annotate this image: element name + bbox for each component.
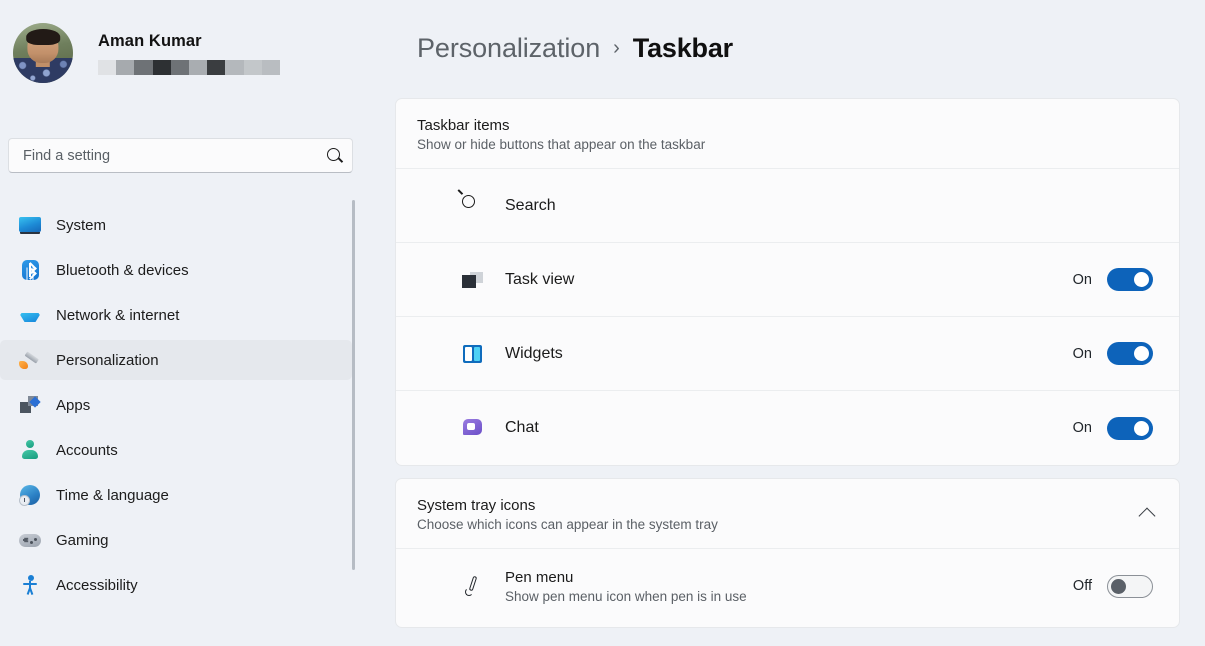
accessibility-icon (18, 574, 42, 596)
user-email-redacted (98, 60, 280, 75)
sidebar-item-accessibility[interactable]: Accessibility (0, 565, 352, 605)
redaction-block (134, 60, 152, 75)
breadcrumb-parent-link[interactable]: Personalization (417, 33, 600, 64)
sidebar-item-gaming[interactable]: Gaming (0, 520, 352, 560)
clock-globe-icon (18, 484, 42, 506)
sidebar: Aman Kumar System Bluetooth & devices Netw… (0, 0, 362, 646)
widgets-toggle[interactable] (1107, 342, 1153, 365)
redaction-block (189, 60, 207, 75)
toggle-state-label: Off (1073, 578, 1092, 594)
sidebar-item-label: Gaming (56, 532, 109, 549)
paintbrush-icon (18, 349, 42, 371)
toggle-state-label: On (1073, 346, 1092, 362)
row-label: Search (505, 197, 1153, 215)
sidebar-item-label: Bluetooth & devices (56, 262, 189, 279)
sidebar-item-bluetooth-devices[interactable]: Bluetooth & devices (0, 250, 352, 290)
redaction-block (171, 60, 189, 75)
setting-row-chat[interactable]: Chat On (396, 391, 1179, 465)
system-tray-title: System tray icons (417, 497, 1157, 514)
breadcrumb: Personalization › Taskbar (417, 33, 733, 64)
user-name: Aman Kumar (98, 32, 280, 51)
redaction-block (225, 60, 243, 75)
task-view-toggle[interactable] (1107, 268, 1153, 291)
sidebar-scrollbar[interactable] (352, 200, 355, 570)
search-input[interactable] (23, 148, 327, 164)
sidebar-item-label: System (56, 217, 106, 234)
system-tray-subtitle: Choose which icons can appear in the sys… (417, 517, 1157, 532)
settings-window: Aman Kumar System Bluetooth & devices Netw… (0, 0, 1205, 646)
toggle-state-label: On (1073, 272, 1092, 288)
system-tray-header[interactable]: System tray icons Choose which icons can… (396, 479, 1179, 549)
sidebar-item-label: Accounts (56, 442, 118, 459)
user-profile[interactable]: Aman Kumar (13, 23, 280, 83)
search-icon (462, 195, 484, 217)
setting-row-search[interactable]: Search (396, 169, 1179, 243)
widgets-icon (462, 343, 484, 365)
search-icon[interactable] (327, 148, 342, 163)
row-label: Chat (505, 419, 1073, 437)
sidebar-item-network-internet[interactable]: Network & internet (0, 295, 352, 335)
setting-row-widgets[interactable]: Widgets On (396, 317, 1179, 391)
main-content: Personalization › Taskbar Taskbar items … (362, 0, 1205, 646)
profile-text: Aman Kumar (98, 32, 280, 75)
setting-row-task-view[interactable]: Task view On (396, 243, 1179, 317)
taskbar-items-title: Taskbar items (417, 117, 1157, 134)
apps-blocks-icon (18, 394, 42, 416)
sidebar-item-label: Personalization (56, 352, 159, 369)
system-tray-icons-card: System tray icons Choose which icons can… (395, 478, 1180, 628)
taskbar-items-card: Taskbar items Show or hide buttons that … (395, 98, 1180, 466)
task-view-icon (462, 269, 484, 291)
wifi-icon (18, 304, 42, 326)
person-icon (18, 439, 42, 461)
sidebar-nav: System Bluetooth & devices Network & inter… (0, 200, 362, 610)
redaction-block (244, 60, 262, 75)
setting-row-pen-menu[interactable]: Pen menu Show pen menu icon when pen is … (396, 549, 1179, 623)
pen-menu-toggle[interactable] (1107, 575, 1153, 598)
toggle-state-label: On (1073, 420, 1092, 436)
page-title: Taskbar (633, 33, 733, 64)
avatar[interactable] (13, 23, 73, 83)
sidebar-item-system[interactable]: System (0, 205, 352, 245)
redaction-block (262, 60, 280, 75)
search-box[interactable] (8, 138, 353, 173)
redaction-block (153, 60, 171, 75)
gamepad-icon (18, 529, 42, 551)
redaction-block (98, 60, 116, 75)
sidebar-item-label: Accessibility (56, 577, 138, 594)
redaction-block (207, 60, 225, 75)
sidebar-item-apps[interactable]: Apps (0, 385, 352, 425)
redaction-block (116, 60, 134, 75)
chevron-right-icon: › (613, 37, 620, 60)
settings-search[interactable] (8, 138, 353, 173)
sidebar-item-label: Apps (56, 397, 90, 414)
sidebar-item-personalization[interactable]: Personalization (0, 340, 352, 380)
taskbar-items-header: Taskbar items Show or hide buttons that … (396, 99, 1179, 169)
system-monitor-icon (18, 214, 42, 236)
chat-icon (462, 417, 484, 439)
row-sublabel: Show pen menu icon when pen is in use (505, 589, 1073, 604)
taskbar-items-subtitle: Show or hide buttons that appear on the … (417, 137, 1157, 152)
sidebar-item-accounts[interactable]: Accounts (0, 430, 352, 470)
sidebar-item-label: Network & internet (56, 307, 179, 324)
sidebar-item-label: Time & language (56, 487, 169, 504)
pen-menu-text: Pen menu Show pen menu icon when pen is … (505, 569, 1073, 604)
chat-toggle[interactable] (1107, 417, 1153, 440)
pen-menu-icon (462, 575, 484, 597)
bluetooth-icon (18, 259, 42, 281)
row-label: Pen menu (505, 569, 573, 586)
row-label: Widgets (505, 345, 1073, 363)
row-label: Task view (505, 271, 1073, 289)
sidebar-item-time-language[interactable]: Time & language (0, 475, 352, 515)
